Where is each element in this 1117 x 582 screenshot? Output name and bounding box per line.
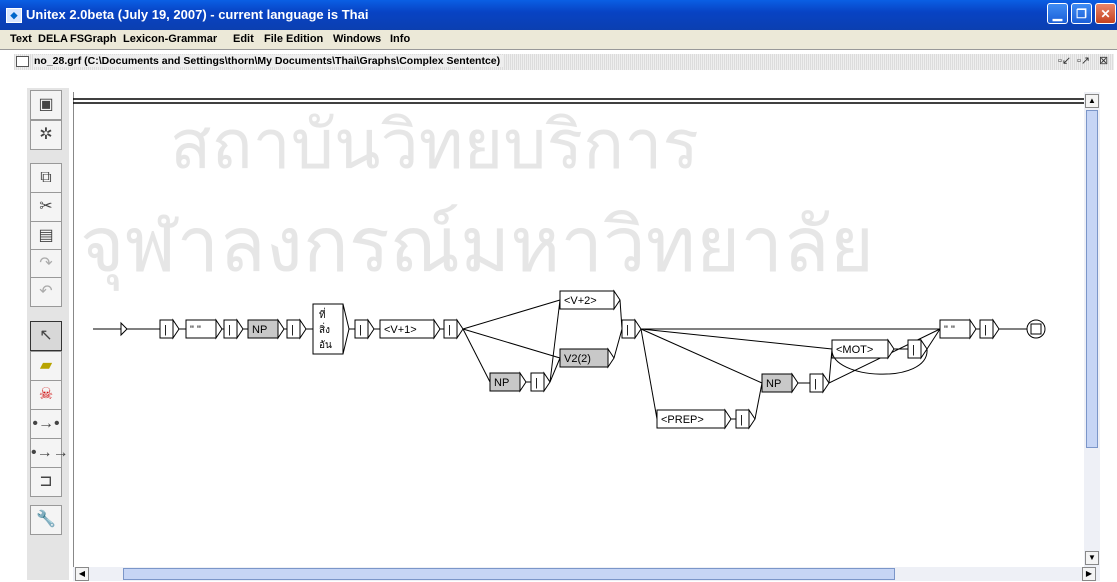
scroll-right-icon[interactable]: ▶ [1082, 567, 1096, 581]
horizontal-scroll-thumb[interactable] [123, 568, 895, 580]
sep-box[interactable]: | [621, 318, 642, 340]
svg-text:|: | [164, 324, 167, 336]
v2sub-box[interactable]: V2(2) [559, 347, 615, 369]
svg-text:|: | [291, 324, 294, 336]
svg-text:<PREP>: <PREP> [661, 414, 704, 426]
v1-box[interactable]: <V+1> [379, 318, 441, 340]
svg-text:<MOT>: <MOT> [836, 344, 873, 356]
initial-state-arrow [120, 321, 128, 337]
mot-box[interactable]: <MOT> [831, 338, 895, 360]
svg-text:|: | [626, 324, 629, 336]
svg-text:|: | [740, 414, 743, 426]
np-box-2[interactable]: NP [489, 371, 527, 393]
sep-box[interactable]: | [809, 372, 830, 394]
sep-box[interactable]: | [443, 318, 464, 340]
scroll-up-icon[interactable]: ▲ [1085, 94, 1099, 108]
vertical-scroll-thumb[interactable] [1086, 110, 1098, 448]
np-box-3[interactable]: NP [761, 372, 799, 394]
sep-box[interactable]: | [223, 318, 244, 340]
graph-diagram: | " " | NP | ที่ สิ่ง อัน | <V+1> | <V+2… [73, 98, 1084, 430]
svg-text:|: | [984, 324, 987, 336]
v2plus-box[interactable]: <V+2> [559, 289, 621, 311]
sep-box[interactable]: | [286, 318, 307, 340]
sep-box[interactable]: | [530, 371, 551, 393]
svg-text:NP: NP [252, 324, 267, 336]
svg-text:NP: NP [766, 378, 781, 390]
np-box-1[interactable]: NP [247, 318, 285, 340]
prep-box[interactable]: <PREP> [656, 408, 732, 430]
horizontal-scrollbar[interactable]: ◀ ▶ [73, 567, 1100, 581]
svg-text:สิ่ง: สิ่ง [319, 322, 330, 336]
vertical-scrollbar[interactable]: ▲ ▼ [1084, 92, 1100, 567]
thai-words-box[interactable]: ที่ สิ่ง อัน [312, 303, 350, 355]
svg-text:|: | [912, 344, 915, 356]
quote-box-1[interactable]: " " [185, 318, 223, 340]
sep-box[interactable]: | [979, 318, 1000, 340]
svg-text:|: | [814, 378, 817, 390]
scroll-down-icon[interactable]: ▼ [1085, 551, 1099, 565]
final-state[interactable] [1026, 319, 1046, 339]
svg-text:|: | [535, 377, 538, 389]
sep-box[interactable]: | [354, 318, 375, 340]
scroll-left-icon[interactable]: ◀ [75, 567, 89, 581]
sep-box[interactable]: | [159, 318, 180, 340]
svg-text:|: | [228, 324, 231, 336]
svg-text:<V+2>: <V+2> [564, 295, 597, 307]
sep-box[interactable]: | [907, 338, 928, 360]
svg-text:V2(2): V2(2) [564, 353, 591, 365]
svg-text:ที่: ที่ [319, 307, 326, 321]
sep-box[interactable]: | [735, 408, 756, 430]
svg-text:อัน: อัน [319, 340, 332, 351]
svg-text:|: | [448, 324, 451, 336]
svg-text:" ": " " [190, 324, 201, 336]
svg-text:" ": " " [944, 324, 955, 336]
quote-box-2[interactable]: " " [939, 318, 977, 340]
svg-text:|: | [359, 324, 362, 336]
svg-text:NP: NP [494, 377, 509, 389]
svg-text:<V+1>: <V+1> [384, 324, 417, 336]
